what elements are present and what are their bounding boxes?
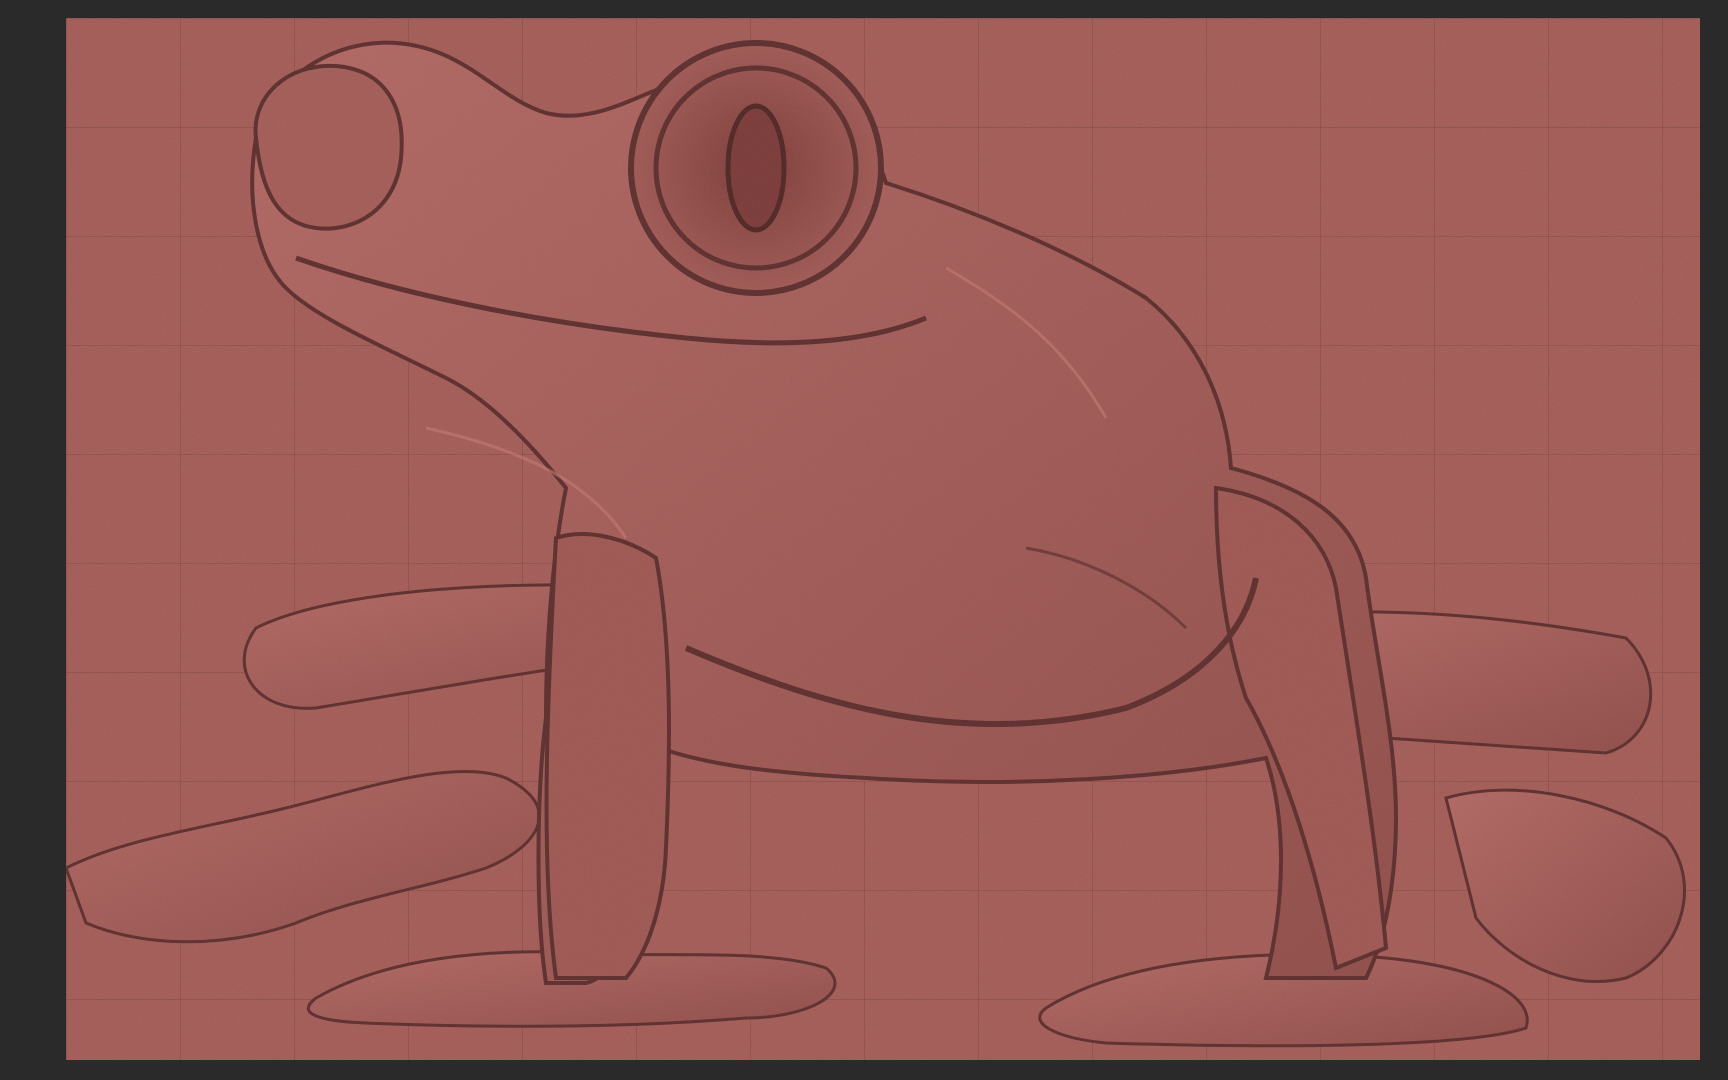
viewport-canvas[interactable] [66, 18, 1700, 1060]
relief-frog-model[interactable] [66, 18, 1700, 1060]
surface-texture [66, 18, 1700, 1060]
sculpt-app-window: relief-frog-model [0, 0, 1728, 1080]
3d-viewport[interactable] [66, 18, 1700, 1060]
viewport-subject: relief-frog-model [0, 0, 1, 1]
